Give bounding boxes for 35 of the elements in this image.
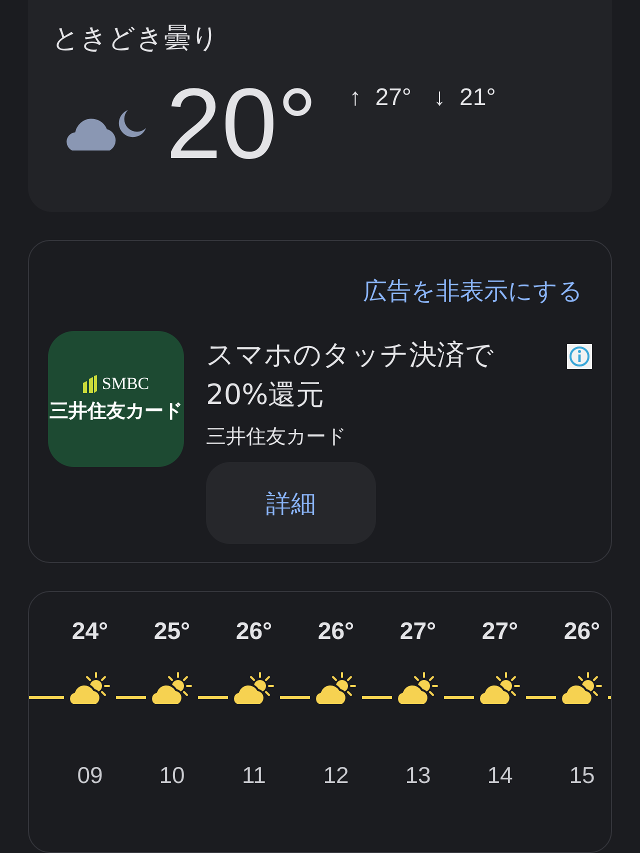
hourly-temperature: 27° [482, 618, 518, 646]
hourly-temperature: 26° [318, 618, 354, 646]
partly-sunny-icon [149, 672, 195, 706]
hide-ad-link[interactable]: 広告を非表示にする [363, 275, 583, 307]
hour-label: 09 [77, 762, 103, 789]
low-arrow: ↓ [434, 84, 446, 112]
hourly-temperature: 24° [72, 618, 108, 646]
partly-sunny-icon [395, 672, 441, 706]
high-temperature: 27° [375, 84, 412, 112]
details-button[interactable]: 詳細 [206, 462, 376, 544]
hour-label: 11 [242, 762, 266, 789]
logo-brand-text: SMBC [102, 374, 150, 394]
hourly-temperature: 26° [236, 618, 272, 646]
ad-headline: スマホのタッチ決済で20%還元 [206, 337, 495, 413]
logo-name-text: 三井住友カード [50, 399, 182, 424]
hourly-temperature: 27° [400, 618, 436, 646]
partly-sunny-icon [231, 672, 277, 706]
advertiser-name: 三井住友カード [206, 423, 346, 450]
partly-sunny-icon [313, 672, 359, 706]
hour-label: 14 [487, 762, 513, 789]
hour-label: 13 [405, 762, 431, 789]
hourly-temperature: 25° [154, 618, 190, 646]
info-icon[interactable] [567, 344, 592, 369]
current-temperature: 20° [166, 74, 318, 174]
high-arrow: ↑ [349, 84, 362, 112]
stripes-icon [82, 375, 97, 393]
condition-text: ときどき曇り [52, 22, 219, 56]
partly-sunny-icon [67, 672, 113, 706]
hour-label: 12 [323, 762, 349, 789]
hour-label: 15 [569, 762, 595, 789]
hourly-temperature: 26° [564, 618, 600, 646]
hour-label: 10 [159, 762, 185, 789]
partly-sunny-icon [477, 672, 523, 706]
low-temperature: 21° [460, 84, 496, 112]
partly-sunny-icon [559, 672, 605, 706]
